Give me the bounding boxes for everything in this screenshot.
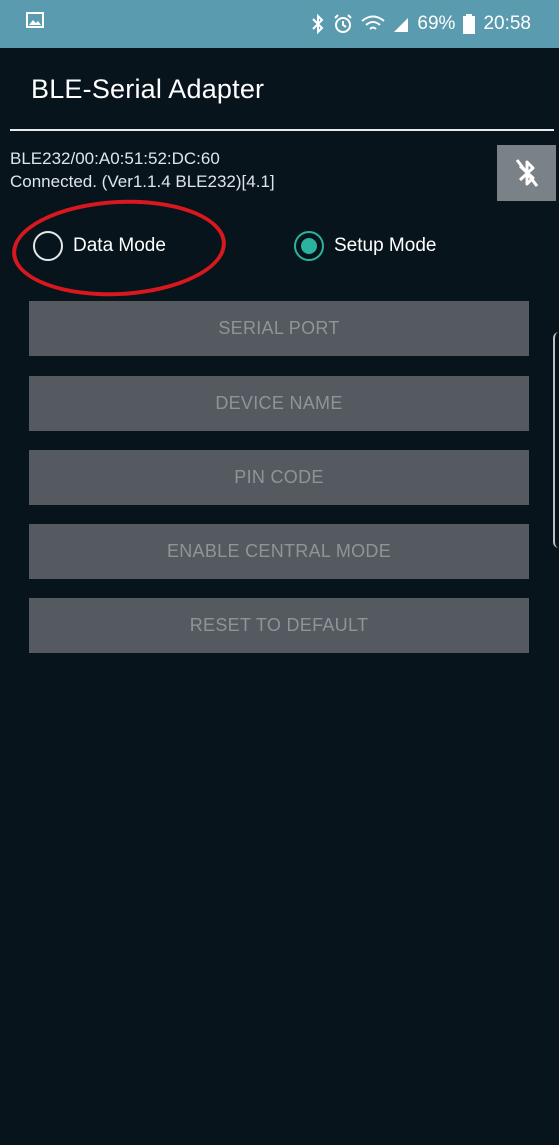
header-divider xyxy=(10,129,554,131)
gallery-notification-icon xyxy=(26,12,44,28)
bluetooth-status-icon xyxy=(312,14,324,34)
connection-status: Connected. (Ver1.1.4 BLE232)[4.1] xyxy=(10,172,275,191)
bluetooth-disconnect-button[interactable] xyxy=(497,145,556,201)
red-highlight-circle xyxy=(9,194,229,302)
battery-percent: 69% xyxy=(417,13,456,34)
device-info: BLE232/00:A0:51:52:DC:60 Connected. (Ver… xyxy=(10,147,275,193)
app-bar: BLE-Serial Adapter xyxy=(0,48,559,130)
bluetooth-disabled-icon xyxy=(515,159,538,187)
device-name-button[interactable]: DEVICE NAME xyxy=(29,376,529,431)
pin-code-button[interactable]: PIN CODE xyxy=(29,450,529,505)
setup-mode-radio-circle[interactable] xyxy=(294,231,324,261)
alarm-icon xyxy=(334,14,353,33)
serial-port-button[interactable]: SERIAL PORT xyxy=(29,301,529,356)
clock-time: 20:58 xyxy=(483,13,531,34)
reset-to-default-button[interactable]: RESET TO DEFAULT xyxy=(29,598,529,653)
battery-icon xyxy=(463,14,476,34)
status-bar: 69% 20:58 xyxy=(0,0,559,48)
setup-mode-label: Setup Mode xyxy=(334,235,437,256)
wifi-icon xyxy=(361,15,386,30)
signal-icon xyxy=(394,18,409,32)
enable-central-mode-button[interactable]: ENABLE CENTRAL MODE xyxy=(29,524,529,579)
setup-mode-radio[interactable]: Setup Mode xyxy=(294,228,436,264)
app-title: BLE-Serial Adapter xyxy=(31,74,265,104)
edge-panel-handle[interactable] xyxy=(553,332,559,548)
device-address: BLE232/00:A0:51:52:DC:60 xyxy=(10,149,220,168)
